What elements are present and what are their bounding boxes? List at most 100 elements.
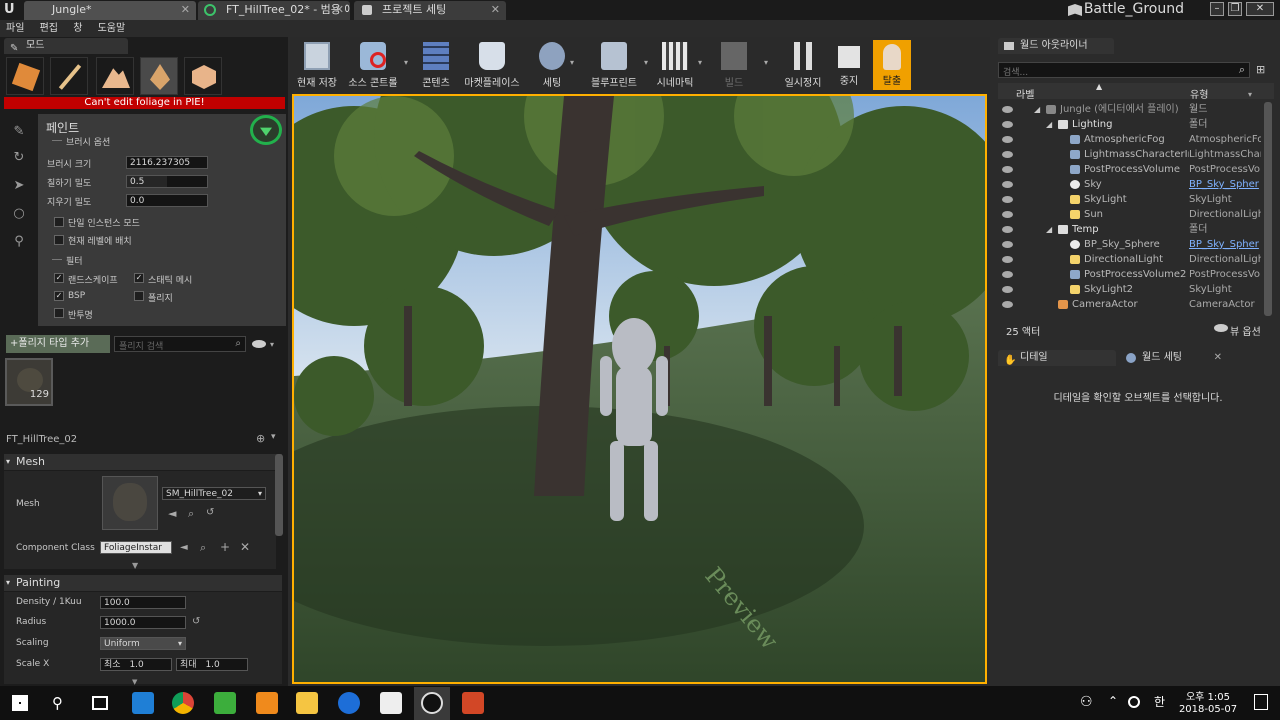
paint-density-input[interactable]: 0.5 — [126, 175, 208, 188]
arrow-left-icon[interactable]: ◄ — [180, 542, 188, 553]
eye-icon[interactable] — [1002, 301, 1013, 308]
outliner-row[interactable]: SkyLight SkyLight — [1000, 192, 1264, 207]
kakaotalk-icon[interactable] — [214, 692, 236, 714]
sublime-icon[interactable] — [256, 692, 278, 714]
tab-details[interactable]: ✋ 디테일 — [998, 350, 1116, 366]
notifications-icon[interactable] — [1254, 694, 1268, 710]
eye-icon[interactable] — [1002, 136, 1013, 143]
chevron-down-icon[interactable]: ▾ — [270, 340, 274, 349]
current-level-checkbox[interactable] — [54, 235, 64, 245]
filter-staticmesh-checkbox[interactable]: ✓ — [134, 273, 144, 283]
chevron-up-icon[interactable]: ⌃ — [1108, 694, 1118, 708]
minimize-button[interactable]: – — [1210, 2, 1224, 16]
filter-bsp-checkbox[interactable]: ✓ — [54, 291, 64, 301]
eye-icon[interactable] — [1002, 241, 1013, 248]
lasso-tool-icon[interactable]: ○ — [10, 206, 28, 224]
outliner-row[interactable]: CameraActor CameraActor — [1000, 297, 1264, 312]
marketplace-button[interactable]: 마켓플레이스 — [462, 40, 522, 89]
outliner-row[interactable]: DirectionalLight DirectionalLigh — [1000, 252, 1264, 267]
eye-icon[interactable] — [1002, 211, 1013, 218]
outliner-row[interactable]: Sky BP_Sky_Spher — [1000, 177, 1264, 192]
build-button[interactable]: 빌드 — [718, 40, 750, 89]
content-button[interactable]: 콘텐츠 — [418, 40, 454, 89]
outliner-row[interactable]: ◢ Lighting 폴더 — [1000, 117, 1264, 132]
outliner-row[interactable]: Sun DirectionalLigh — [1000, 207, 1264, 222]
powerpoint-icon[interactable] — [462, 692, 484, 714]
close-icon[interactable]: ✕ — [181, 1, 190, 19]
eye-icon[interactable] — [1002, 226, 1013, 233]
select-tool-icon[interactable]: ➤ — [10, 178, 28, 196]
eye-icon[interactable] — [1002, 286, 1013, 293]
outliner-row-type[interactable]: BP_Sky_Spher — [1189, 237, 1261, 252]
outliner-row[interactable]: PostProcessVolume2 PostProcessVo — [1000, 267, 1264, 282]
paint-mode-button[interactable] — [50, 57, 88, 95]
column-type-header[interactable]: 유형 — [1190, 86, 1208, 101]
column-label-header[interactable]: 라벨 — [1016, 86, 1034, 101]
outliner-row[interactable]: PostProcessVolume PostProcessVo — [1000, 162, 1264, 177]
chevron-down-icon[interactable]: ▾ — [404, 58, 408, 67]
tab-world-settings[interactable]: 월드 세팅 ✕ — [1120, 350, 1228, 366]
expand-icon[interactable]: ▼ — [132, 678, 137, 686]
close-icon[interactable]: ✕ — [491, 1, 500, 19]
filter-landscape-checkbox[interactable]: ✓ — [54, 273, 64, 283]
eye-icon[interactable] — [1002, 121, 1013, 128]
expand-icon[interactable]: ▼ — [132, 561, 138, 570]
search-icon[interactable]: ⌕ — [200, 541, 206, 555]
geometry-mode-button[interactable] — [184, 57, 222, 95]
outliner-search-input[interactable]: 검색... ⌕ — [998, 62, 1250, 78]
painting-section-header[interactable]: ▾ Painting — [4, 575, 282, 591]
pause-button[interactable]: 일시정지 — [780, 40, 826, 89]
menu-edit[interactable]: 편집 — [34, 20, 64, 37]
foliage-search-input[interactable]: 폴리지 검색 ⌕ — [114, 336, 246, 352]
add-foliage-type-button[interactable]: +폴리지 타입 추가 — [6, 335, 110, 353]
edge-icon[interactable] — [132, 692, 154, 714]
tab-jungle[interactable]: Jungle* ✕ — [24, 1, 196, 20]
chevron-down-icon[interactable]: ▾ — [1248, 90, 1252, 99]
maximize-button[interactable]: ❐ — [1228, 2, 1242, 16]
people-icon[interactable]: ⚇ — [1080, 694, 1093, 710]
density-input[interactable]: 100.0 — [100, 596, 186, 609]
tab-modes[interactable]: ✎ 모드 — [4, 38, 128, 54]
search-icon[interactable]: ⌕ — [188, 507, 194, 521]
close-icon[interactable]: ✕ — [335, 1, 344, 19]
menu-file[interactable]: 파일 — [0, 20, 30, 37]
view-options-button[interactable]: 뷰 옵션 — [1230, 323, 1261, 338]
expand-arrow-icon[interactable]: ◢ — [1046, 117, 1052, 132]
erase-density-input[interactable]: 0.0 — [126, 194, 208, 207]
tab-world-outliner[interactable]: 월드 아웃라이너 — [998, 38, 1114, 54]
outliner-row[interactable]: LightmassCharacterIndirecLightmassChar — [1000, 147, 1264, 162]
file-explorer-icon[interactable] — [296, 692, 318, 714]
chevron-down-icon[interactable]: ▾ — [764, 58, 768, 67]
mesh-selector[interactable]: SM_HillTree_02 ▾ — [162, 487, 266, 500]
expand-arrow-icon[interactable]: ◢ — [1046, 222, 1052, 237]
filter-translucent-checkbox[interactable] — [54, 308, 64, 318]
eye-icon[interactable] — [1002, 166, 1013, 173]
brush-size-input[interactable]: 2116.237305 — [126, 156, 208, 169]
tab-ft-hilltree[interactable]: FT_HillTree_02* - 범용 애셋 ✕ — [198, 1, 350, 20]
menu-help[interactable]: 도움말 — [92, 20, 132, 37]
eye-icon[interactable] — [1002, 256, 1013, 263]
outliner-row[interactable]: SkyLight2 SkyLight — [1000, 282, 1264, 297]
eye-icon[interactable] — [1002, 271, 1013, 278]
app-icon[interactable] — [338, 692, 360, 714]
task-view-icon[interactable] — [92, 696, 108, 710]
zoom-icon[interactable]: ⊕ — [256, 432, 265, 445]
menu-window[interactable]: 창 — [67, 20, 88, 37]
filter-foliage-checkbox[interactable] — [134, 291, 144, 301]
eye-icon[interactable] — [252, 340, 266, 348]
source-control-button[interactable]: 소스 콘트롤 — [344, 40, 402, 89]
close-icon[interactable]: ✕ — [1214, 350, 1222, 366]
notepad-icon[interactable] — [380, 692, 402, 714]
outliner-row[interactable]: ◢ Temp 폴더 — [1000, 222, 1264, 237]
ime-indicator[interactable]: 한 — [1154, 693, 1165, 710]
level-viewport[interactable]: Preview — [292, 94, 987, 684]
scrollbar[interactable] — [1264, 102, 1272, 316]
component-class-selector[interactable]: FoliageInstar — [100, 541, 172, 554]
arrow-left-icon[interactable]: ◄ — [168, 507, 176, 520]
scale-x-max-input[interactable]: 최대 1.0 — [176, 658, 248, 671]
close-window-button[interactable]: ✕ — [1246, 2, 1274, 16]
radius-input[interactable]: 1000.0 — [100, 616, 186, 629]
reset-icon[interactable]: ↺ — [192, 616, 200, 627]
foliage-mode-button[interactable] — [140, 57, 178, 95]
expand-arrow-icon[interactable]: ◢ — [1034, 102, 1040, 117]
